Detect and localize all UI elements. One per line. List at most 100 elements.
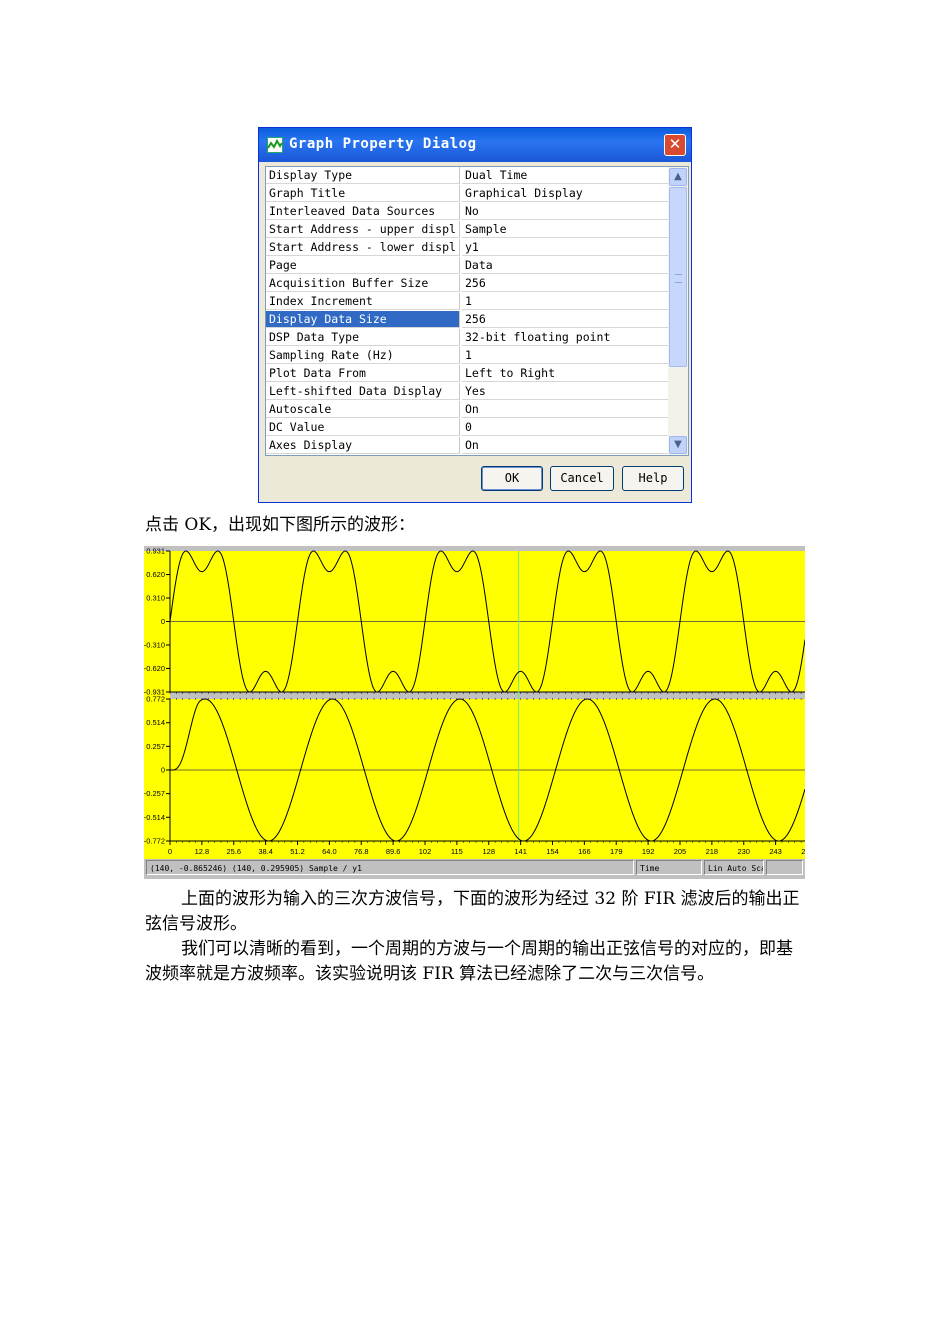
graph-statusbar: (140, -0.865246) (140, 0.295905) Sample … xyxy=(144,859,805,877)
upper-y-tick-label: 0 xyxy=(161,617,165,626)
upper-y-tick-label: -0.620 xyxy=(144,664,165,673)
x-tick-label: 230 xyxy=(737,847,750,856)
property-value[interactable]: 256 xyxy=(462,275,668,292)
upper-y-tick-label: 0.931 xyxy=(146,547,165,556)
property-name: Start Address - upper displ xyxy=(266,221,460,238)
property-value[interactable]: Graphical Display xyxy=(462,185,668,202)
click-ok-caption: 点击 OK，出现如下图所示的波形： xyxy=(145,515,416,535)
property-name: Page xyxy=(266,257,460,274)
scrollbar-thumb[interactable] xyxy=(669,187,687,367)
property-name: Plot Data From xyxy=(266,365,460,382)
property-value[interactable]: 256 xyxy=(462,311,668,328)
scroll-down-button[interactable]: ▼ xyxy=(669,436,687,454)
x-tick-label: 179 xyxy=(610,847,623,856)
x-tick-label: 141 xyxy=(514,847,527,856)
property-value[interactable]: Dual Time xyxy=(462,167,668,184)
upper-y-tick-label: 0.620 xyxy=(146,570,165,579)
property-value[interactable]: Left to Right xyxy=(462,365,668,382)
graph-app-icon xyxy=(267,137,283,153)
lower-y-tick-label: -0.514 xyxy=(144,813,165,822)
property-row[interactable]: Graph Title Graphical Display xyxy=(266,185,668,203)
statusbar-empty-cell xyxy=(766,860,803,875)
property-row[interactable]: Plot Data From Left to Right xyxy=(266,365,668,383)
property-value[interactable]: 32-bit floating point xyxy=(462,329,668,346)
property-name: Index Increment xyxy=(266,293,460,310)
property-row[interactable]: Page Data xyxy=(266,257,668,275)
lower-y-tick-label: 0.772 xyxy=(146,695,165,704)
paragraph-waveform-description: 上面的波形为输入的三次方波信号，下面的波形为经过 32 阶 FIR 滤波后的输出… xyxy=(145,889,800,934)
dual-time-graph[interactable]: 0.9310.6200.3100-0.310-0.620-0.9310.7720… xyxy=(144,546,805,859)
property-name: Axes Display xyxy=(266,437,460,454)
lower-y-tick-label: -0.772 xyxy=(144,837,165,846)
close-button[interactable]: ✕ xyxy=(664,134,686,156)
x-tick-label: 154 xyxy=(546,847,559,856)
property-row[interactable]: Autoscale On xyxy=(266,401,668,419)
property-row[interactable]: Interleaved Data Sources No xyxy=(266,203,668,221)
property-value[interactable]: No xyxy=(462,203,668,220)
x-tick-label: 0 xyxy=(168,847,172,856)
x-tick-label: 38.4 xyxy=(258,847,273,856)
lower-y-tick-label: 0.514 xyxy=(146,718,165,727)
cancel-button[interactable]: Cancel xyxy=(550,466,614,491)
upper-y-tick-label: 0.310 xyxy=(146,594,165,603)
property-row[interactable]: Display Type Dual Time xyxy=(266,167,668,185)
property-name: Interleaved Data Sources xyxy=(266,203,460,220)
property-row[interactable]: DC Value 0 xyxy=(266,419,668,437)
dialog-titlebar[interactable]: Graph Property Dialog ✕ xyxy=(259,128,691,162)
x-tick-label: 128 xyxy=(482,847,495,856)
x-tick-label: 102 xyxy=(419,847,432,856)
property-value[interactable]: 0 xyxy=(462,419,668,436)
property-row[interactable]: Left-shifted Data Display Yes xyxy=(266,383,668,401)
property-grid-scrollbar[interactable]: ▲ ▼ xyxy=(668,167,688,455)
ok-button[interactable]: OK xyxy=(481,466,543,491)
scroll-up-button[interactable]: ▲ xyxy=(669,168,687,186)
x-tick-label: 243 xyxy=(769,847,782,856)
property-row[interactable]: DSP Data Type 32-bit floating point xyxy=(266,329,668,347)
property-value[interactable]: 1 xyxy=(462,347,668,364)
property-name: DC Value xyxy=(266,419,460,436)
property-row[interactable]: Acquisition Buffer Size 256 xyxy=(266,275,668,293)
property-row[interactable]: Start Address - upper displ Sample xyxy=(266,221,668,239)
property-value[interactable]: Sample xyxy=(462,221,668,238)
x-tick-label: 25.6 xyxy=(226,847,241,856)
x-tick-label: 255 xyxy=(801,847,805,856)
property-value[interactable]: Yes xyxy=(462,383,668,400)
waveform-graph-window: 0.931 0.620 0.310 0 -0.310 -0.620 -0.931 0.772 0… xyxy=(144,546,805,879)
property-row[interactable]: Sampling Rate (Hz) 1 xyxy=(266,347,668,365)
grip-icon xyxy=(675,274,682,283)
property-value[interactable]: y1 xyxy=(462,239,668,256)
property-name: Left-shifted Data Display xyxy=(266,383,460,400)
x-tick-label: 205 xyxy=(674,847,687,856)
x-tick-label: 166 xyxy=(578,847,591,856)
x-tick-label: 218 xyxy=(706,847,719,856)
property-row[interactable]: Start Address - lower displ y1 xyxy=(266,239,668,257)
graph-property-dialog: Graph Property Dialog ✕ Display Type Dual… xyxy=(258,127,692,503)
x-tick-label: 76.8 xyxy=(354,847,369,856)
help-button[interactable]: Help xyxy=(622,466,684,491)
property-row[interactable]: Axes Display On xyxy=(266,437,668,455)
property-value[interactable]: On xyxy=(462,437,668,454)
x-tick-label: 89.6 xyxy=(386,847,401,856)
chevron-down-icon: ▼ xyxy=(674,439,682,450)
property-name: Autoscale xyxy=(266,401,460,418)
close-icon: ✕ xyxy=(668,135,682,153)
property-name: DSP Data Type xyxy=(266,329,460,346)
property-name: Display Data Size xyxy=(266,311,460,328)
lower-y-tick-label: 0.257 xyxy=(146,742,165,751)
property-name: Display Type xyxy=(266,167,460,184)
x-tick-label: 12.8 xyxy=(195,847,210,856)
paragraph-conclusion: 我们可以清晰的看到，一个周期的方波与一个周期的输出正弦信号的对应的，即基波频率就… xyxy=(145,939,793,984)
property-row[interactable]: Display Data Size 256 xyxy=(266,311,668,329)
property-name: Graph Title xyxy=(266,185,460,202)
chevron-up-icon: ▲ xyxy=(674,171,682,182)
x-tick-label: 115 xyxy=(451,847,463,856)
property-name: Sampling Rate (Hz) xyxy=(266,347,460,364)
property-row[interactable]: Index Increment 1 xyxy=(266,293,668,311)
cursor-readout: (140, -0.865246) (140, 0.295905) Sample … xyxy=(146,860,634,875)
property-value[interactable]: Data xyxy=(462,257,668,274)
property-name: Acquisition Buffer Size xyxy=(266,275,460,292)
lower-y-tick-label: -0.257 xyxy=(144,789,165,798)
property-value[interactable]: On xyxy=(462,401,668,418)
property-value[interactable]: 1 xyxy=(462,293,668,310)
property-grid: Display Type Dual Time Graph Title Graphica… xyxy=(265,166,689,456)
